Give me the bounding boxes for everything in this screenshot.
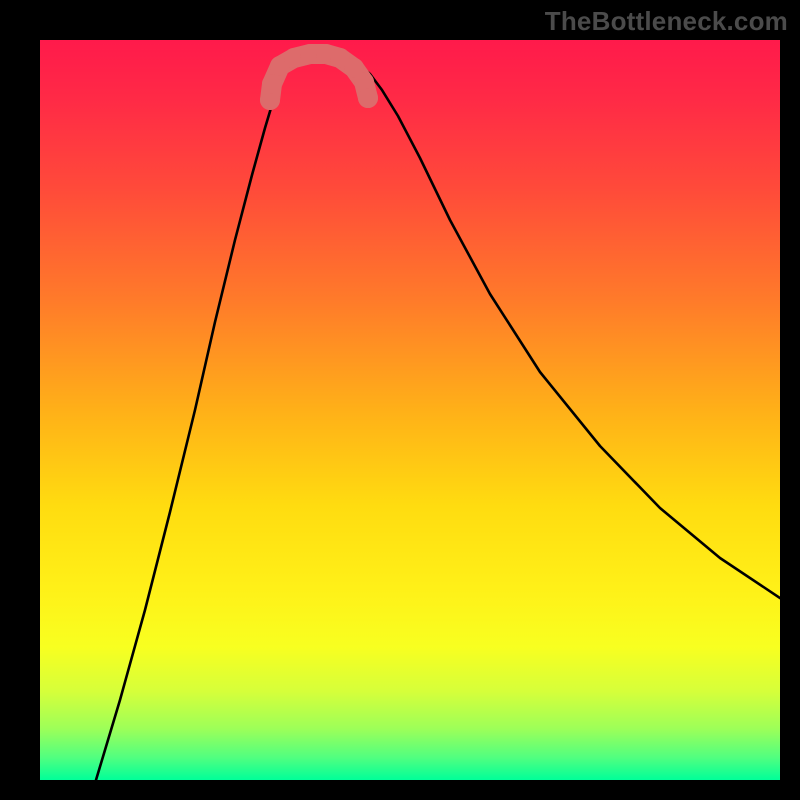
plot-area bbox=[40, 40, 780, 780]
gradient-background bbox=[40, 40, 780, 780]
chart-svg bbox=[40, 40, 780, 780]
chart-frame: TheBottleneck.com bbox=[0, 0, 800, 800]
marker-dot bbox=[262, 74, 282, 94]
watermark-text: TheBottleneck.com bbox=[545, 6, 788, 37]
marker-dot bbox=[358, 88, 378, 108]
